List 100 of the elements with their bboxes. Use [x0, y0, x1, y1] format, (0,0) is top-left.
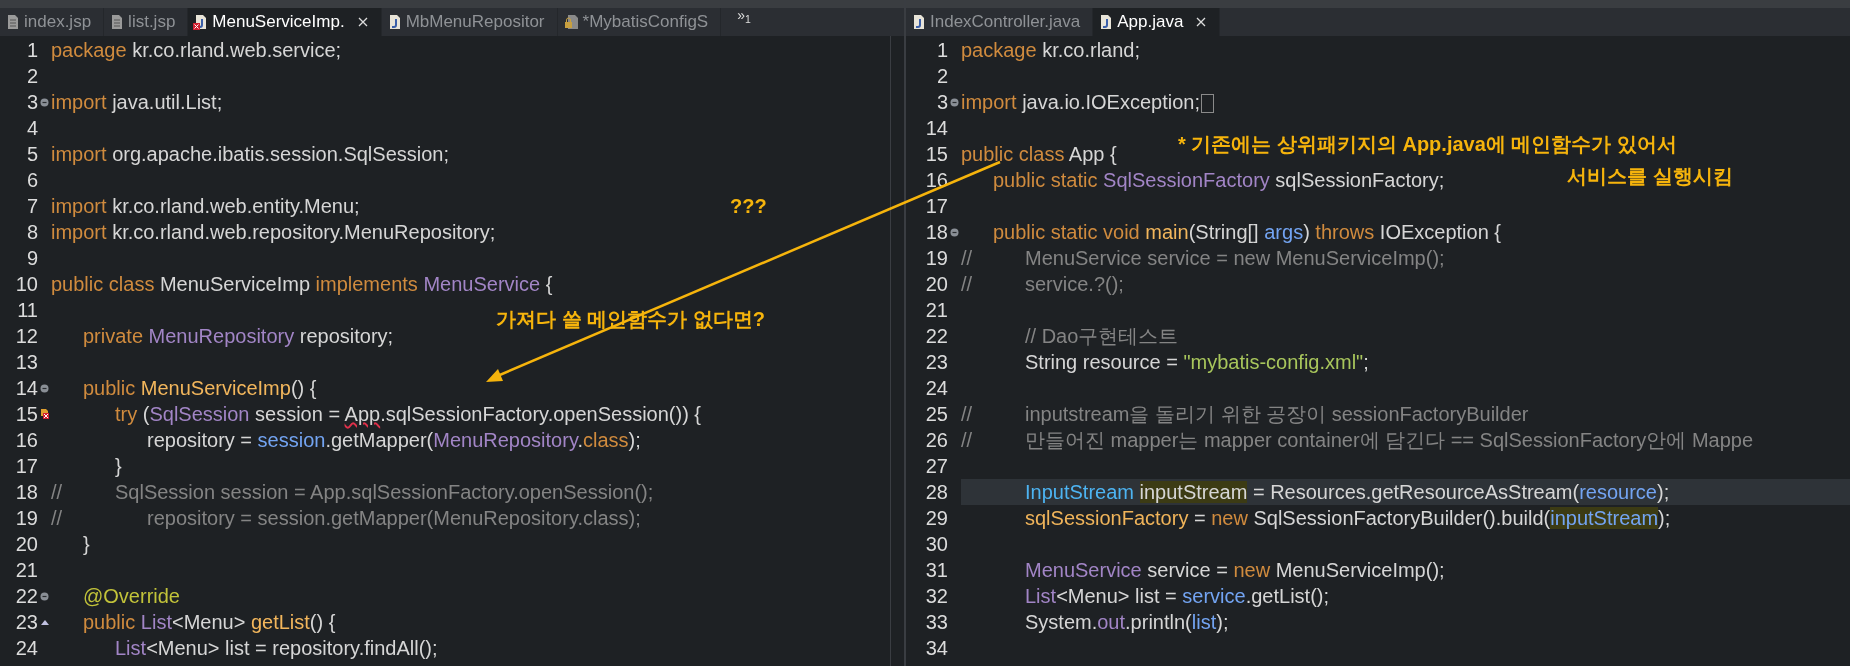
code-line: package kr.co.rland;: [961, 38, 1141, 63]
code-line: public class MenuServiceImp implements MenuService {: [51, 272, 554, 297]
fold-icon: [950, 227, 959, 237]
line-number: 2: [25, 64, 38, 89]
line-number: 19: [924, 246, 948, 271]
code-line: String resource = "mybatis-config.xml";: [1024, 350, 1370, 375]
code-line: // inputstream을 돌리기 위한 공장이 sessionFactoryBuilder: [961, 402, 1530, 427]
error-icon: [39, 408, 50, 420]
line-number: 26: [924, 428, 948, 453]
line-number: 18: [14, 480, 38, 505]
line-number: 7: [25, 194, 38, 219]
line-number: 18: [924, 220, 948, 245]
code-line: // MenuService service = new MenuServiceImp();: [961, 246, 1446, 271]
close-icon: [356, 16, 369, 28]
code-line: public class App {: [961, 142, 1118, 167]
code-line: public MenuServiceImp() {: [82, 376, 318, 401]
line-number: 30: [924, 532, 948, 557]
code-line: List<Menu> list = repository.findAll();: [114, 636, 439, 661]
line-number: 21: [924, 298, 948, 323]
file-icon: [110, 14, 125, 30]
line-number: 25: [924, 402, 948, 427]
line-number: 1: [935, 38, 948, 63]
code-line: sqlSessionFactory = new SqlSessionFactoryBuilder().build(inputStream);: [1024, 506, 1672, 531]
code-line: import java.io.IOException;: [961, 89, 1222, 115]
line-number: 8: [25, 220, 38, 245]
line-number: 1: [25, 38, 38, 63]
line-number: 6: [25, 168, 38, 193]
code-line: // service.?();: [961, 272, 1125, 297]
code-line: }: [114, 454, 123, 479]
line-number: 10: [14, 272, 38, 297]
line-number: 23: [924, 350, 948, 375]
code-line: // Dao구현테스트: [1024, 324, 1180, 349]
overflow-tabs-button[interactable]: »$_{1}$: [737, 5, 751, 26]
code-line: public static SqlSessionFactory sqlSessionFactory;: [992, 168, 1446, 193]
line-number: 21: [14, 558, 38, 583]
line-number: 22: [924, 324, 948, 349]
code-line: public List<Menu> getList() {: [82, 610, 337, 635]
line-number: 3: [935, 90, 948, 115]
code-line: package kr.co.rland.web.service;: [51, 38, 343, 63]
java-file-icon: [1099, 14, 1114, 30]
java-file-icon: [912, 14, 926, 30]
line-number: 14: [924, 116, 948, 141]
line-number: 17: [14, 454, 38, 479]
code-line: // SqlSession session = App.sqlSessionFactory.openSession();: [51, 480, 655, 505]
fold-icon: [950, 97, 959, 107]
code-line: // 만들어진 mapper는 mapper container에 담긴다 == SqlSessionFactory안에 Mappe: [961, 428, 1755, 453]
line-number: 11: [16, 298, 38, 323]
code-line: import kr.co.rland.web.entity.Menu;: [51, 194, 361, 219]
line-number: 24: [14, 636, 38, 661]
line-number: 19: [14, 506, 38, 531]
file-icon: [6, 14, 20, 30]
code-line: private MenuRepository repository;: [82, 324, 395, 349]
code-line: import org.apache.ibatis.session.SqlSession;: [51, 142, 450, 167]
line-number: 17: [924, 194, 948, 219]
code-line: List<Menu> list = service.getList();: [1024, 584, 1331, 609]
fold-icon: [40, 97, 49, 107]
code-line: System.out.println(list);: [1024, 610, 1230, 635]
annotation-text: 서비스를 실행시킴: [1567, 164, 1733, 189]
line-number: 20: [14, 532, 38, 557]
annotation-text: ???: [730, 194, 767, 219]
line-number: 3: [25, 90, 38, 115]
code-line: import kr.co.rland.web.repository.MenuRepository;: [51, 220, 497, 245]
code-line: import java.util.List;: [51, 90, 224, 115]
line-number: 14: [14, 376, 38, 401]
line-number: 20: [924, 272, 948, 297]
line-number: 9: [25, 246, 38, 271]
editor-tab[interactable]: App.java: [1093, 8, 1221, 36]
line-number: 27: [924, 454, 948, 479]
line-number: 15: [924, 142, 948, 167]
line-number: 5: [25, 142, 38, 167]
line-number: 12: [14, 324, 38, 349]
code-line: }: [82, 532, 91, 557]
line-number: 4: [25, 116, 38, 141]
java-file-icon: [387, 14, 402, 30]
code-line: public static void main(String[] args) throws IOException {: [992, 220, 1502, 245]
code-line: @Override: [82, 584, 181, 609]
line-number: 13: [14, 350, 38, 375]
code-line: // repository = session.getMapper(MenuRepository.class);: [51, 506, 642, 531]
override-triangle-icon: [39, 618, 50, 626]
code-line: try (SqlSession session = App.sqlSessionFactory.openSession()) {: [114, 402, 703, 427]
fold-icon: [40, 591, 49, 601]
code-line: repository = session.getMapper(MenuRepository.class);: [146, 428, 642, 453]
line-number: 22: [14, 584, 38, 609]
close-icon: [1195, 16, 1208, 28]
annotation-text: * 기존에는 상위패키지의 App.java에 메인함수가 있어서: [1178, 132, 1677, 157]
line-number: 29: [924, 506, 948, 531]
line-number: 24: [924, 376, 948, 401]
line-number: 28: [924, 480, 948, 505]
fold-icon: [40, 383, 49, 393]
line-number: 16: [14, 428, 38, 453]
code-line: MenuService service = new MenuServiceImp();: [1024, 558, 1446, 583]
line-number: 15: [14, 402, 38, 427]
line-number: 23: [14, 610, 38, 635]
line-number: 31: [924, 558, 948, 583]
folded-code-icon[interactable]: [1201, 94, 1214, 114]
line-number: 32: [924, 584, 948, 609]
line-number: 33: [924, 610, 948, 635]
editor-tab[interactable]: MenuServiceImp.: [188, 8, 382, 36]
locked-file-icon: [563, 14, 579, 30]
line-number: 2: [935, 64, 948, 89]
